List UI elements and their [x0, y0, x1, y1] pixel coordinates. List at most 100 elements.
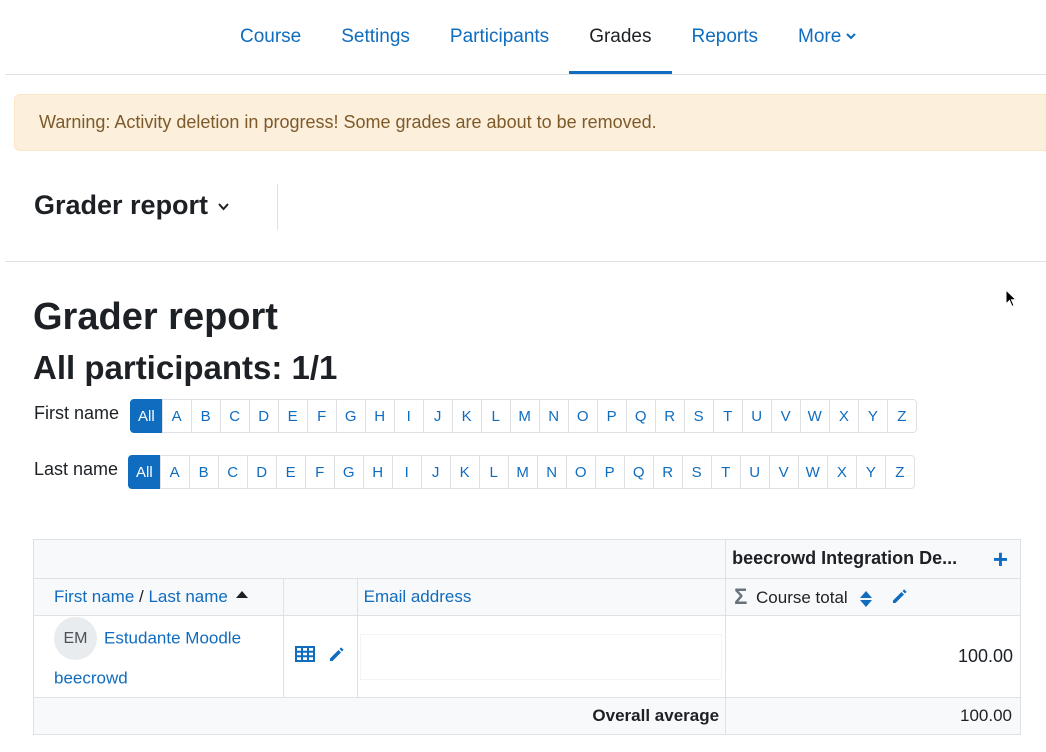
first-name-initial-button[interactable]: K	[451, 399, 482, 433]
first-name-initial-button[interactable]: R	[654, 399, 685, 433]
first-name-initial-all-button[interactable]: All	[130, 399, 163, 433]
first-name-initial-button[interactable]: H	[364, 399, 395, 433]
last-name-initial-all-button[interactable]: All	[128, 455, 161, 489]
last-name-initial-button[interactable]: E	[275, 455, 306, 489]
first-name-initial-button[interactable]: Z	[886, 399, 917, 433]
tab-grades[interactable]: Grades	[569, 0, 672, 74]
table-grid-icon[interactable]	[294, 646, 315, 667]
sort-ascending-icon	[235, 591, 248, 598]
last-name-initial-button[interactable]: Y	[855, 455, 886, 489]
last-name-initial-button[interactable]: Z	[884, 455, 915, 489]
last-name-initial-button[interactable]: U	[739, 455, 770, 489]
first-name-initial-button[interactable]: U	[741, 399, 772, 433]
email-value	[360, 634, 722, 679]
sort-icon[interactable]	[860, 590, 873, 608]
last-name-initial-button[interactable]: I	[391, 455, 422, 489]
tab-label: Course	[240, 26, 302, 47]
first-name-initial-button[interactable]: Q	[625, 399, 656, 433]
grader-table: beecrowd Integration De... + First name …	[32, 539, 1021, 735]
tab-course[interactable]: Course	[220, 0, 321, 74]
first-name-initial-button[interactable]: T	[712, 399, 743, 433]
edit-pencil-icon[interactable]	[328, 645, 346, 668]
course-total-grade[interactable]: 100.00	[725, 615, 1021, 698]
last-name-initial-button[interactable]: O	[565, 455, 596, 489]
last-name-initial-button[interactable]: B	[188, 455, 219, 489]
first-name-initial-button[interactable]: N	[538, 399, 569, 433]
first-name-initial-button[interactable]: Y	[857, 399, 888, 433]
first-name-initial-button[interactable]: E	[277, 399, 308, 433]
expand-plus-icon[interactable]: +	[993, 546, 1008, 572]
first-name-initial-button[interactable]: W	[799, 399, 830, 433]
last-name-initial-button[interactable]: M	[507, 455, 538, 489]
page-title: Grader report	[33, 296, 278, 338]
secondary-navigation: Course Settings Participants Grades Repo…	[0, 0, 1046, 75]
first-name-initial-button[interactable]: O	[567, 399, 598, 433]
first-name-initial-button[interactable]: J	[422, 399, 453, 433]
user-cell: EM Estudante Moodle beecrowd	[33, 615, 284, 698]
category-header-row: beecrowd Integration De... +	[32, 539, 1021, 579]
warning-text: Warning: Activity deletion in progress! …	[39, 112, 657, 132]
last-name-initial-button[interactable]: V	[768, 455, 799, 489]
first-name-initial-button[interactable]: M	[509, 399, 540, 433]
tab-label: Settings	[341, 26, 410, 47]
last-name-initial-button[interactable]: X	[826, 455, 857, 489]
first-name-initial-button[interactable]: F	[306, 399, 337, 433]
first-name-initial-button[interactable]: A	[161, 399, 192, 433]
sort-last-name-link[interactable]: Last name	[148, 587, 227, 606]
user-actions-cell	[282, 615, 358, 698]
last-name-initial-button[interactable]: L	[478, 455, 509, 489]
report-selector-dropdown[interactable]: Grader report	[34, 190, 229, 221]
first-name-initial-button[interactable]: V	[770, 399, 801, 433]
last-name-initial-button[interactable]: S	[681, 455, 712, 489]
course-total-header: Σ Course total	[725, 578, 1021, 616]
last-name-initial-button[interactable]: F	[304, 455, 335, 489]
tab-label: Reports	[691, 26, 759, 47]
participants-heading: All participants: 1/1	[33, 349, 338, 386]
first-name-initial-button[interactable]: I	[393, 399, 424, 433]
first-name-initial-button[interactable]: B	[190, 399, 221, 433]
last-name-initial-button[interactable]: N	[536, 455, 567, 489]
last-name-initial-button[interactable]: H	[362, 455, 393, 489]
course-total-label: Course total	[756, 587, 848, 607]
first-name-initial-button[interactable]: G	[335, 399, 366, 433]
last-name-initial-button[interactable]: P	[594, 455, 625, 489]
tab-settings[interactable]: Settings	[321, 0, 430, 74]
sort-first-name-link[interactable]: First name	[54, 587, 134, 606]
first-name-initial-button[interactable]: D	[248, 399, 279, 433]
last-name-initial-button[interactable]: J	[420, 455, 451, 489]
actions-column-header	[282, 578, 358, 616]
tab-reports[interactable]: Reports	[672, 0, 779, 74]
first-name-initial-button[interactable]: C	[219, 399, 250, 433]
last-name-initial-button[interactable]: T	[710, 455, 741, 489]
table-row: EM Estudante Moodle beecrowd 100.00	[33, 615, 1021, 698]
last-name-initial-button[interactable]: G	[333, 455, 364, 489]
overall-average-value: 100.00	[725, 697, 1021, 735]
user-name-link[interactable]: Estudante Moodle	[104, 628, 241, 647]
last-name-initial-button[interactable]: K	[449, 455, 480, 489]
last-name-initial-button[interactable]: R	[652, 455, 683, 489]
last-name-initial-button[interactable]: Q	[623, 455, 654, 489]
tab-more[interactable]: More	[778, 0, 876, 74]
tab-participants[interactable]: Participants	[430, 0, 569, 74]
edit-pencil-icon[interactable]	[891, 587, 909, 610]
first-name-initial-button[interactable]: L	[480, 399, 511, 433]
first-name-filter-label: First name	[34, 403, 120, 423]
last-name-initial-button[interactable]: A	[159, 455, 190, 489]
overall-average-row: Overall average 100.00	[32, 697, 1021, 735]
first-name-initials-bar: All A B C D E F G H I J K L M N O P Q R S T U V W X Y Z	[130, 399, 917, 433]
first-name-initial-button[interactable]: P	[596, 399, 627, 433]
category-cell: beecrowd Integration De... +	[725, 539, 1021, 579]
tab-label: Grades	[589, 26, 652, 47]
avatar[interactable]: EM	[54, 616, 97, 660]
report-selector-label: Grader report	[34, 190, 209, 220]
user-last-name-link[interactable]: beecrowd	[54, 668, 128, 687]
last-name-initial-button[interactable]: W	[797, 455, 828, 489]
last-name-initial-button[interactable]: C	[217, 455, 248, 489]
first-name-initial-button[interactable]: X	[828, 399, 859, 433]
sort-email-link[interactable]: Email address	[364, 587, 472, 606]
selector-divider	[277, 184, 278, 230]
chevron-down-icon	[218, 198, 229, 214]
first-name-initial-button[interactable]: S	[683, 399, 714, 433]
last-name-initial-button[interactable]: D	[246, 455, 277, 489]
chevron-down-icon	[846, 29, 857, 43]
